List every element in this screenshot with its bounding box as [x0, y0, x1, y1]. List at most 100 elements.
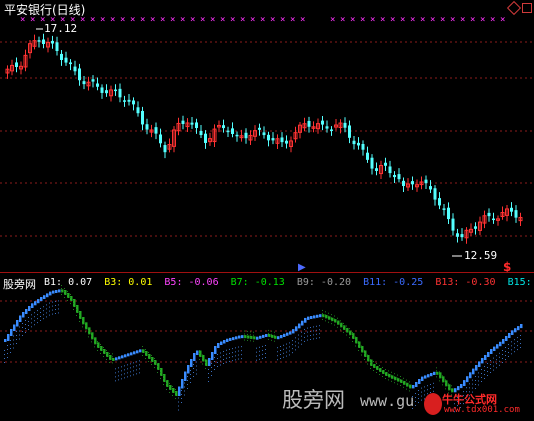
indicator-band-dot [502, 362, 503, 363]
candle-body [132, 100, 135, 105]
indicator-band-dot [67, 300, 68, 301]
candle-body [82, 81, 86, 85]
indicator-band-dot [259, 346, 260, 348]
indicator-band-dot [274, 337, 275, 339]
indicator-band-dot [502, 358, 503, 359]
indicator-band-dot [478, 384, 479, 386]
indicator-band-dot [148, 358, 149, 359]
indicator-band-dot [103, 350, 104, 351]
indicator-band-dot [7, 353, 8, 354]
indicator-band-dot [286, 351, 287, 353]
indicator-band-dot [409, 384, 410, 386]
indicator-bar [181, 379, 184, 389]
indicator-bar [235, 336, 238, 340]
indicator-band-dot [430, 384, 431, 385]
indicator-band-dot [94, 346, 95, 348]
indicator-band-dot [316, 329, 317, 331]
indicator-band-dot [397, 374, 398, 376]
indicator-band-dot [214, 369, 215, 370]
indicator-band-dot [49, 302, 50, 304]
indicator-band-dot [277, 355, 278, 357]
indicator-bar [187, 365, 190, 374]
indicator-band-dot [289, 346, 290, 348]
indicator-band-dot [157, 372, 158, 373]
indicator-band-dot [196, 373, 197, 375]
indicator-band-dot [115, 372, 116, 374]
indicator-band-dot [253, 331, 254, 333]
indicator-band-dot [262, 357, 263, 359]
indicator-bar [424, 375, 427, 379]
candle-body [78, 68, 81, 81]
indicator-band-dot [223, 363, 224, 364]
signal-x-marker: × [140, 15, 145, 25]
indicator-band-dot [193, 364, 194, 365]
indicator-band-dot [418, 394, 419, 395]
signal-x-marker: × [250, 15, 255, 25]
indicator-bar [430, 373, 433, 377]
indicator-band-dot [256, 351, 257, 353]
indicator-band-dot [46, 304, 47, 306]
indicator-value: B7: -0.13 [230, 277, 285, 288]
indicator-band-dot [103, 356, 104, 357]
candle-body [195, 122, 198, 129]
square-control-icon[interactable] [522, 3, 532, 13]
indicator-band-dot [202, 363, 203, 365]
indicator-band-dot [166, 389, 167, 390]
indicator-band-dot [505, 355, 506, 356]
indicator-band-dot [145, 352, 146, 353]
indicator-band-dot [25, 332, 26, 333]
indicator-band-dot [61, 288, 62, 289]
indicator-band-dot [175, 395, 176, 396]
indicator-band-dot [178, 409, 179, 411]
indicator-band-dot [46, 316, 47, 318]
candle-body [231, 128, 234, 134]
indicator-band-dot [496, 355, 497, 357]
indicator-band-dot [124, 365, 125, 367]
indicator-band-dot [274, 331, 275, 333]
indicator-band-dot [361, 351, 362, 353]
indicator-band-dot [373, 361, 374, 362]
indicator-band-dot [472, 379, 473, 381]
indicator-band-dot [265, 357, 266, 358]
indicator-band-dot [292, 348, 293, 350]
indicator-band-dot [199, 350, 200, 351]
indicator-bar [463, 380, 466, 386]
indicator-band-dot [157, 363, 158, 364]
indicator-bar [469, 372, 472, 379]
price-and-indicator-chart[interactable]: × × × × × × × × × × × × × × × × × × × × × × × × × × × × × × × × × × × × × × × ×… [0, 0, 534, 421]
indicator-band-dot [514, 339, 515, 341]
candle-body [451, 218, 455, 231]
candle-body [235, 134, 239, 137]
indicator-band-dot [160, 372, 161, 373]
indicator-band-dot [163, 384, 164, 385]
indicator-band-dot [406, 379, 407, 381]
indicator-band-dot [247, 330, 248, 332]
candle-body [460, 234, 464, 238]
indicator-band-dot [349, 334, 350, 336]
indicator-band-dot [445, 382, 446, 384]
indicator-band-dot [118, 379, 119, 381]
candle-body [136, 107, 140, 114]
candle-body [64, 57, 68, 63]
indicator-band-dot [79, 321, 80, 322]
indicator-band-dot [475, 388, 476, 389]
watermark-url: www.gu [360, 392, 415, 410]
indicator-band-dot [409, 387, 410, 389]
indicator-bar [10, 329, 13, 336]
indicator-band-dot [76, 309, 77, 310]
indicator-band-dot [385, 375, 386, 376]
indicator-band-dot [274, 334, 275, 336]
indicator-band-dot [16, 331, 17, 332]
indicator-band-dot [346, 325, 347, 327]
indicator-band-dot [118, 367, 119, 369]
candle-body [370, 157, 374, 169]
indicator-band-dot [241, 350, 242, 352]
indicator-band-dot [202, 357, 203, 359]
indicator-band-dot [436, 373, 437, 375]
indicator-band-dot [304, 336, 305, 338]
signal-x-marker: × [400, 15, 405, 25]
indicator-band-dot [151, 361, 152, 362]
indicator-band-dot [388, 373, 389, 375]
indicator-band-dot [334, 318, 335, 320]
indicator-band-dot [361, 345, 362, 347]
